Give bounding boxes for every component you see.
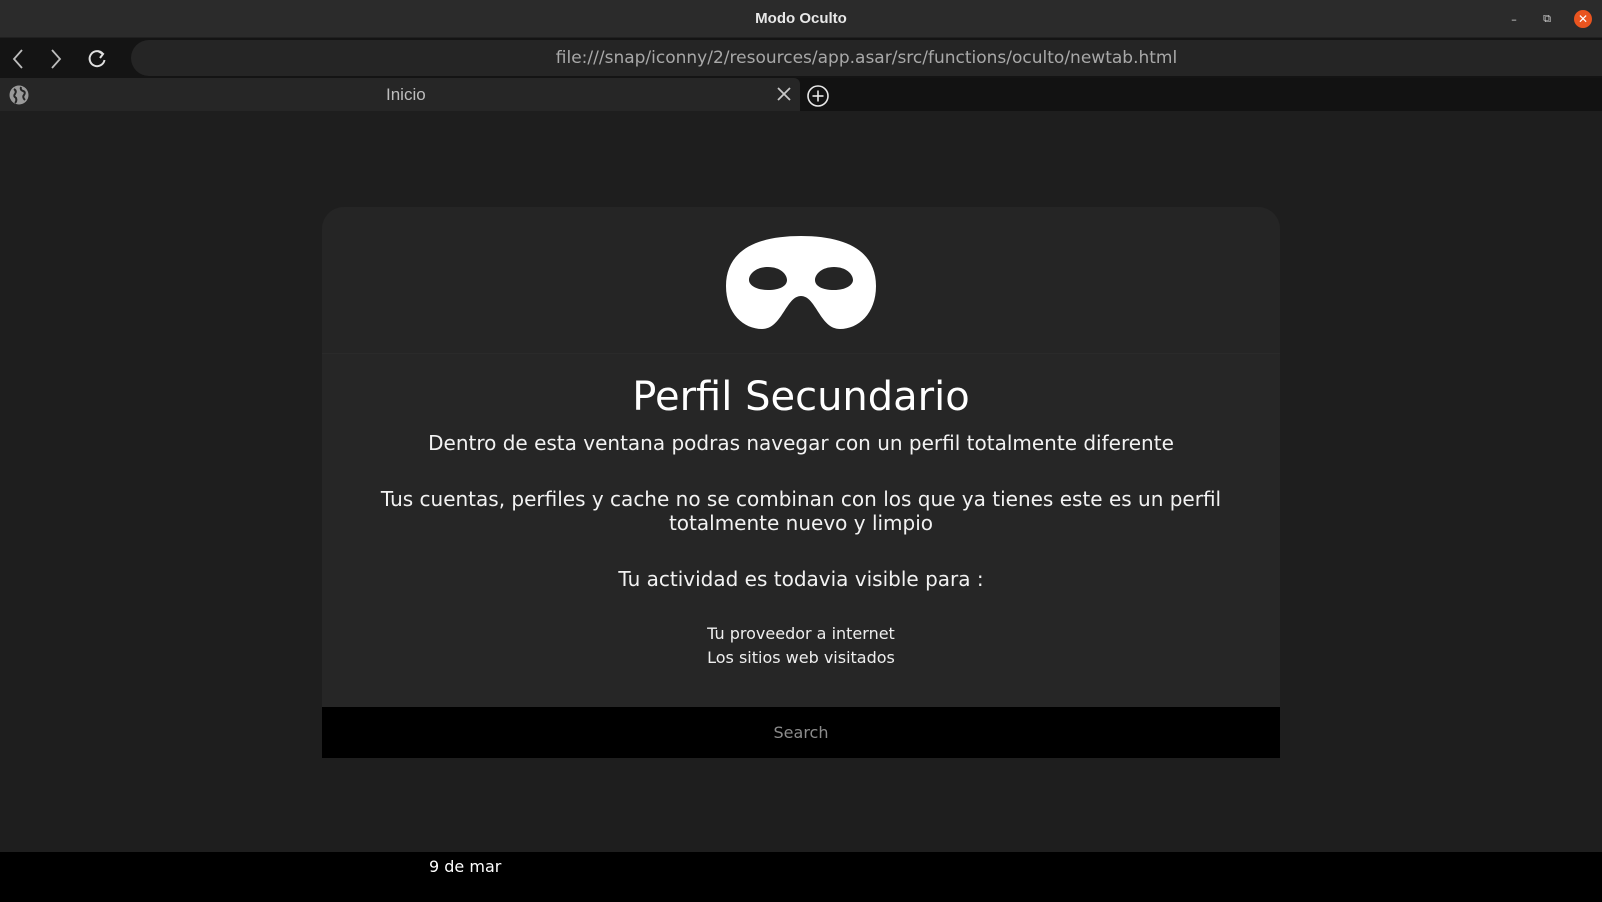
close-tab-icon[interactable]	[775, 85, 793, 103]
tab-inicio[interactable]: Inicio	[0, 78, 800, 111]
reload-button[interactable]	[84, 46, 110, 72]
back-icon	[12, 49, 23, 69]
page-title: Perfil Secundario	[632, 374, 970, 420]
list-item: Tu proveedor a internet	[707, 624, 895, 643]
list-item: Los sitios web visitados	[707, 648, 895, 667]
window-title: Modo Oculto	[755, 10, 847, 27]
page-content: Perfil Secundario Dentro de esta ventana…	[0, 111, 1602, 852]
incognito-card: Perfil Secundario Dentro de esta ventana…	[322, 207, 1280, 758]
footer-bar: 9 de mar	[0, 852, 1602, 902]
description-line-1: Dentro de esta ventana podras navegar co…	[428, 431, 1174, 455]
address-bar[interactable]: file:///snap/iconny/2/resources/app.asar…	[131, 40, 1602, 76]
globe-icon	[9, 85, 29, 105]
visible-to-list: Tu proveedor a internet Los sitios web v…	[322, 622, 1280, 670]
maximize-button[interactable]: ⧉	[1538, 10, 1556, 28]
new-tab-icon[interactable]	[806, 84, 830, 108]
description-line-2: Tus cuentas, perfiles y cache no se comb…	[380, 487, 1222, 535]
reload-icon	[88, 50, 106, 68]
forward-button[interactable]	[43, 46, 69, 72]
tab-label: Inicio	[386, 85, 426, 104]
forward-icon	[51, 49, 62, 69]
tab-strip: Inicio	[0, 78, 1602, 111]
date-label: 9 de mar	[429, 857, 502, 876]
title-bar: Modo Oculto – ⧉ ✕	[0, 0, 1602, 38]
back-button[interactable]	[5, 46, 31, 72]
incognito-mask-icon	[726, 236, 876, 329]
search-input[interactable]	[322, 707, 1280, 758]
description-line-3: Tu actividad es todavia visible para :	[618, 567, 984, 591]
minimize-button[interactable]: –	[1505, 10, 1523, 28]
close-window-button[interactable]: ✕	[1574, 10, 1592, 28]
navigation-bar: file:///snap/iconny/2/resources/app.asar…	[0, 38, 1602, 78]
browser-window: Modo Oculto – ⧉ ✕ file:///snap/iconny/2/…	[0, 0, 1602, 902]
card-header	[322, 207, 1280, 354]
